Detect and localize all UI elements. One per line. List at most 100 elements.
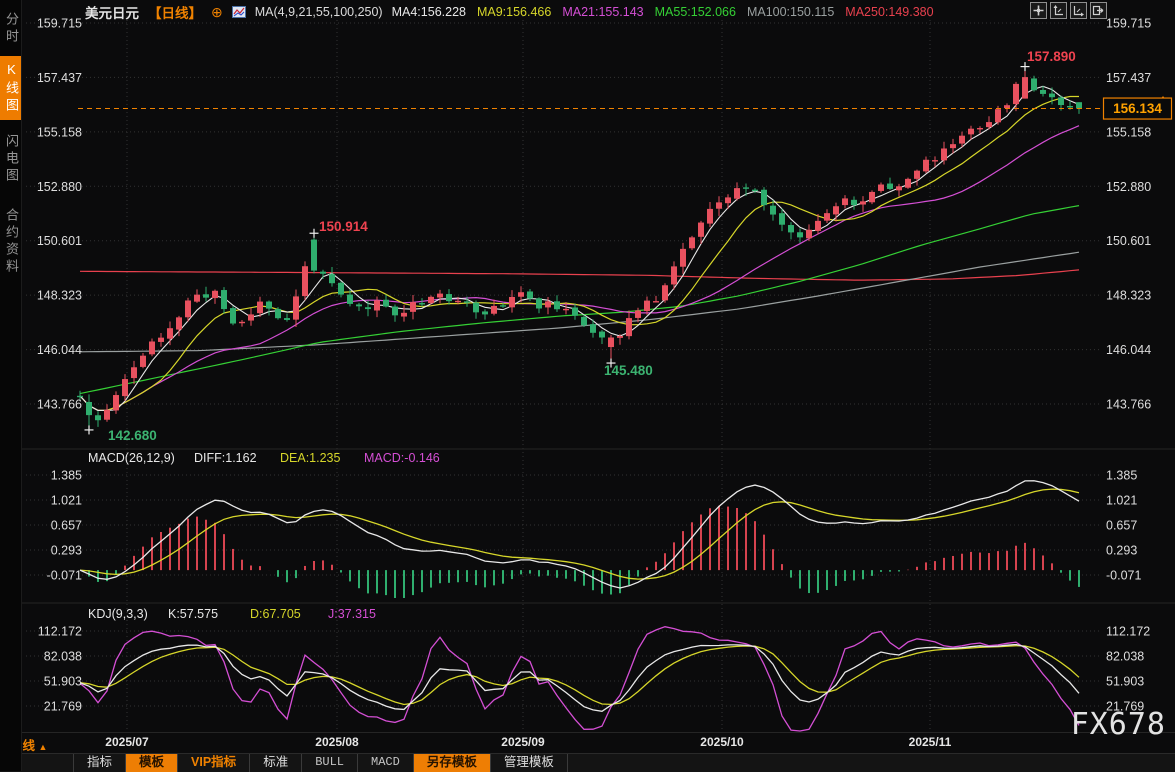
candle-body [680, 249, 686, 267]
j-line [80, 627, 1079, 731]
candle-body [860, 201, 866, 204]
price-axis-label-left: 148.323 [37, 289, 82, 303]
candle-body [392, 307, 398, 316]
candle-body [1022, 77, 1028, 98]
sidebar-item-candle-chart[interactable]: K线图 [0, 56, 22, 120]
candle-body [671, 266, 677, 284]
candle-body [932, 160, 938, 161]
candle-body [797, 232, 803, 237]
d-line [80, 646, 1079, 705]
macd-axis-label-right: 1.385 [1106, 469, 1137, 483]
candle-body [968, 129, 974, 135]
macd-axis-label-left: 0.657 [51, 518, 82, 532]
footer-tab-VIP指标[interactable]: VIP指标 [178, 754, 250, 772]
candle-body [455, 301, 461, 302]
candle-body [869, 192, 875, 202]
candle-body [905, 179, 911, 188]
candle-body [428, 297, 434, 303]
candle-body [770, 206, 776, 215]
footer-tab-MACD[interactable]: MACD [358, 754, 414, 772]
candle-body [581, 317, 587, 325]
kdj-legend-2: J:37.315 [328, 607, 376, 621]
candle-body [284, 318, 290, 320]
price-axis-label-right: 155.158 [1106, 125, 1151, 139]
macd-legend-2: MACD:-0.146 [364, 451, 440, 465]
candles [77, 67, 1082, 430]
kdj-axis-label-right: 82.038 [1106, 649, 1144, 663]
candle-body [626, 318, 632, 336]
candle-body [86, 402, 92, 415]
price-axis-label-right: 159.715 [1106, 17, 1151, 31]
sidebar-item-timeline-chart[interactable]: 分时图 [0, 4, 22, 54]
candle-body [275, 309, 281, 318]
kdj-axis-label-right: 112.172 [1106, 625, 1150, 639]
diff-line [80, 481, 1079, 588]
candle-body [383, 300, 389, 307]
tab-bar-spacer [18, 754, 73, 772]
candle-body [842, 198, 848, 205]
price-chart[interactable]: 156.134157.890150.914145.480142.680159.7… [0, 0, 1175, 733]
axis-zoom-horizontal-icon[interactable] [1070, 2, 1087, 19]
bottom-tab-bar: 指标模板VIP指标标准BULLMACD另存模板管理模板 [0, 753, 1175, 772]
macd-axis-label-left: 0.293 [51, 543, 82, 557]
period-tag: 【日线】 [148, 2, 202, 22]
candle-body [689, 237, 695, 248]
footer-tab-管理模板[interactable]: 管理模板 [491, 754, 568, 772]
candle-body [491, 306, 497, 314]
candle-body [365, 307, 371, 309]
candle-body [437, 294, 443, 298]
candle-body [122, 379, 128, 396]
candle-body [545, 301, 551, 307]
main-panel [80, 86, 1079, 410]
candle-body [878, 185, 884, 191]
price-annotation: 145.480 [604, 363, 653, 378]
candle-body [716, 202, 722, 208]
sidebar-item-lightning-chart[interactable]: 闪电图 [0, 126, 22, 192]
price-axis-label-right: 157.437 [1106, 71, 1151, 85]
candle-body [1067, 106, 1073, 107]
candle-body [815, 221, 821, 231]
macd-axis-label-left: 1.385 [51, 469, 82, 483]
ma100-line [80, 252, 1079, 352]
price-axis-label-right: 152.880 [1106, 180, 1151, 194]
candle-body [194, 295, 200, 302]
candle-body [1049, 94, 1055, 98]
candle-body [131, 367, 137, 378]
footer-tab-另存模板[interactable]: 另存模板 [414, 754, 491, 772]
candle-body [824, 213, 830, 221]
macd-title: MACD(26,12,9) [88, 451, 175, 465]
price-axis-label-right: 150.601 [1106, 234, 1151, 248]
candle-body [896, 186, 902, 190]
candle-body [1031, 78, 1037, 90]
candle-body [113, 395, 119, 410]
price-axis-label-right: 143.766 [1106, 397, 1151, 411]
add-circle-icon[interactable]: ⊕ [211, 6, 223, 18]
pan-icon[interactable] [1030, 2, 1047, 19]
candle-body [320, 272, 326, 274]
candle-body [374, 300, 380, 310]
footer-tab-标准[interactable]: 标准 [250, 754, 302, 772]
candle-body [176, 317, 182, 329]
exit-chart-icon[interactable] [1090, 2, 1107, 19]
axis-zoom-vertical-icon[interactable] [1050, 2, 1067, 19]
kdj-axis-label-left: 82.038 [44, 649, 82, 663]
ma-value-3: MA55:152.066 [655, 5, 736, 19]
mini-chart-icon[interactable] [232, 6, 246, 18]
price-axis-label-left: 155.158 [37, 125, 82, 139]
footer-tab-指标[interactable]: 指标 [73, 754, 126, 772]
ma-value-4: MA100:150.115 [747, 5, 834, 19]
candle-body [95, 415, 101, 420]
candle-body [518, 292, 524, 297]
candle-body [563, 309, 569, 310]
footer-tab-BULL[interactable]: BULL [302, 754, 358, 772]
candle-body [527, 291, 533, 298]
candle-body [806, 230, 812, 239]
candle-body [1013, 84, 1019, 104]
candle-body [1040, 90, 1046, 94]
sidebar-item-contract-info[interactable]: 合约资料 [0, 198, 22, 286]
candle-body [599, 332, 605, 338]
candle-body [140, 356, 146, 367]
footer-tab-模板[interactable]: 模板 [126, 754, 178, 772]
price-axis-label-left: 159.715 [37, 17, 82, 31]
price-annotation: 142.680 [108, 428, 157, 443]
